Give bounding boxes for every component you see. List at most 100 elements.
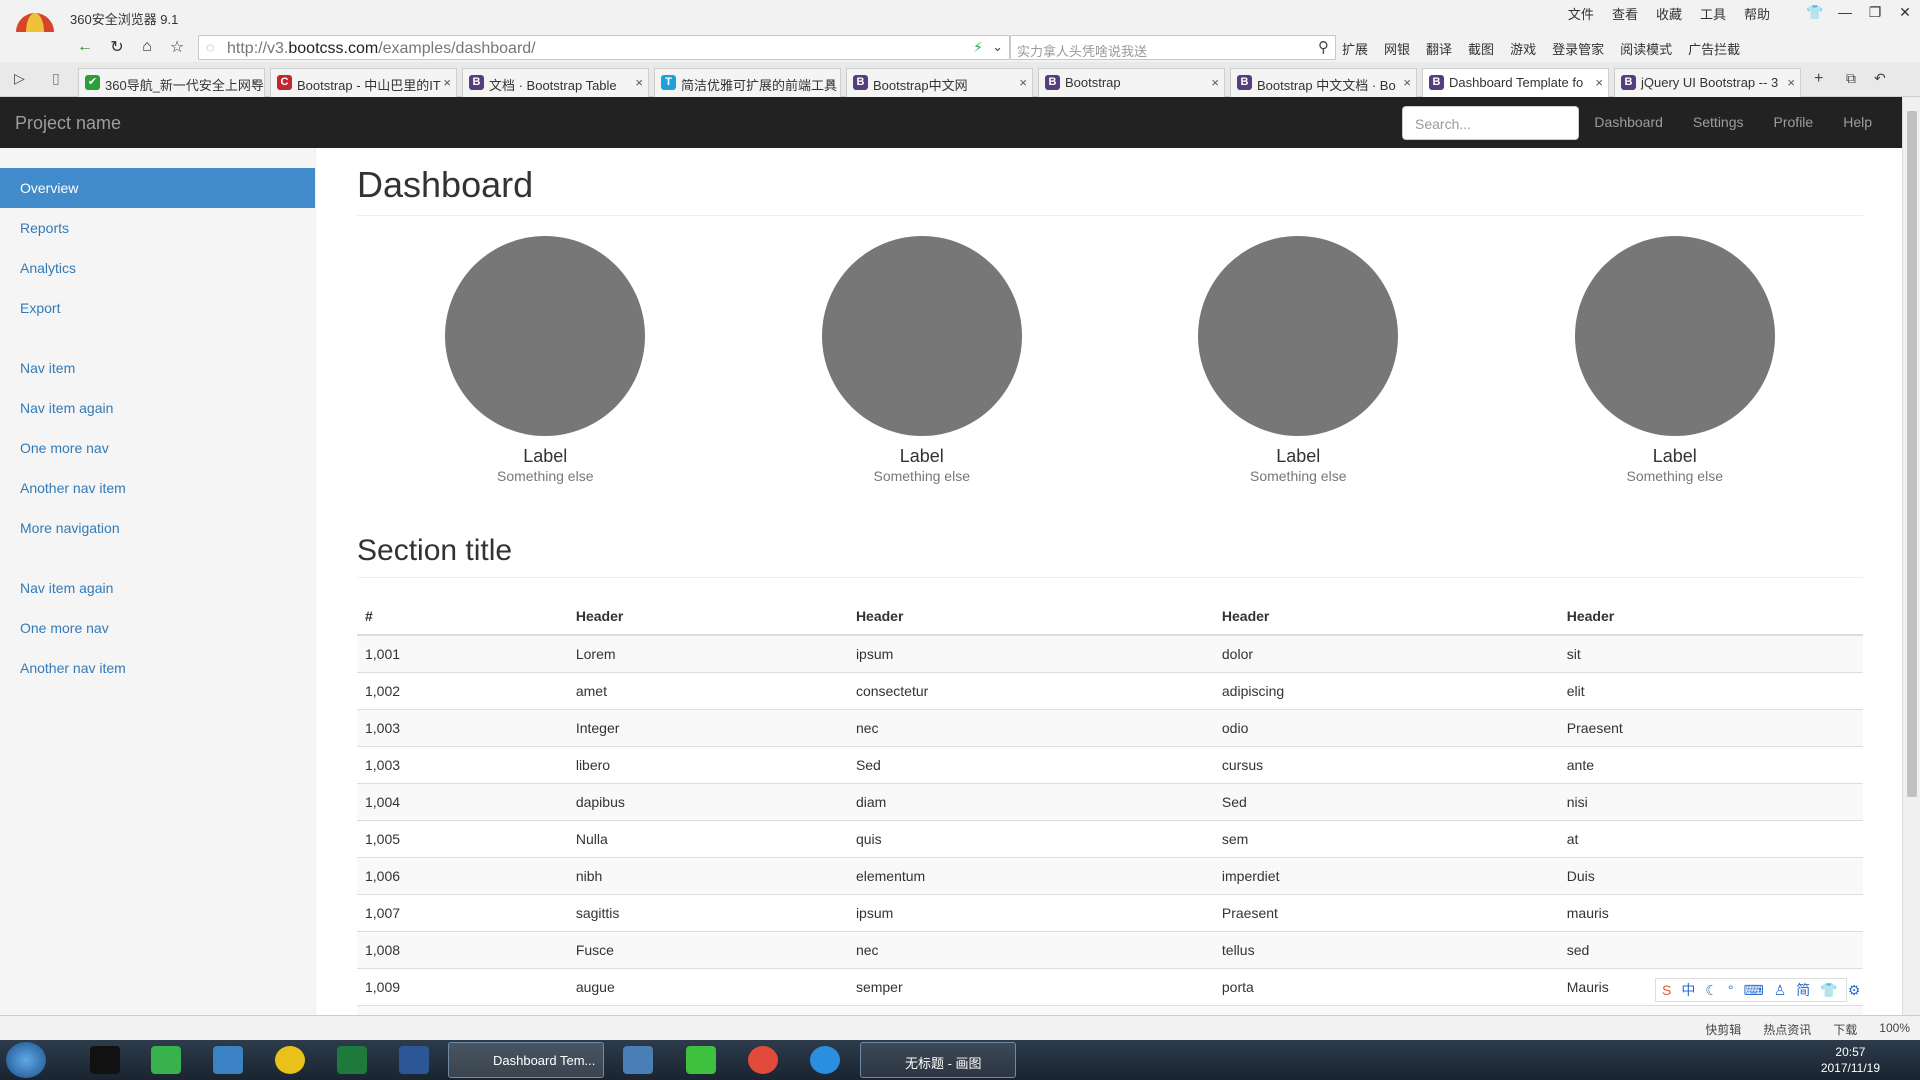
menu-favorites[interactable]: 收藏 — [1656, 4, 1682, 23]
ext-extensions[interactable]: 扩展 — [1342, 39, 1368, 58]
ime-user-icon[interactable]: ♙ — [1774, 982, 1787, 999]
sidebar-item-overview[interactable]: Overview — [0, 168, 315, 208]
sidebar-item-nav-item-again[interactable]: Nav item again — [0, 388, 315, 428]
vertical-scrollbar[interactable] — [1902, 97, 1920, 1015]
sidebar-item-one-more-nav[interactable]: One more nav — [0, 608, 315, 648]
ime-chinese-icon[interactable]: 中 — [1681, 980, 1695, 1000]
browser-tab[interactable]: ✔ 360导航_新一代安全上网导 × — [78, 68, 265, 97]
ime-skin-icon[interactable]: 👕 — [1820, 982, 1837, 999]
video-player-icon[interactable] — [151, 1046, 181, 1074]
qq-icon[interactable] — [90, 1046, 120, 1074]
taskbar-task-paint[interactable]: 无标题 - 画图 — [860, 1042, 1016, 1078]
menu-help[interactable]: 帮助 — [1744, 4, 1770, 23]
nav-link-help[interactable]: Help — [1843, 114, 1872, 130]
ext-reading-mode[interactable]: 阅读模式 — [1620, 39, 1672, 58]
tab-list-icon[interactable]: ▯ — [52, 70, 60, 87]
navbar-search-input[interactable]: Search... — [1402, 106, 1579, 140]
menu-tools[interactable]: 工具 — [1700, 4, 1726, 23]
browser-tab[interactable]: B Bootstrap × — [1038, 68, 1225, 97]
music-icon[interactable] — [275, 1046, 305, 1074]
status-hot-news[interactable]: 热点资讯 — [1763, 1021, 1811, 1038]
ext-translate[interactable]: 翻译 — [1426, 39, 1452, 58]
browser-tab[interactable]: B 文档 · Bootstrap Table × — [462, 68, 649, 97]
tab-close-icon[interactable]: × — [251, 75, 259, 90]
browser-tab[interactable]: C Bootstrap - 中山巴里的IT × — [270, 68, 457, 97]
ime-punct-icon[interactable]: ° — [1728, 982, 1734, 998]
sidebar-item-export[interactable]: Export — [0, 288, 315, 328]
start-button[interactable] — [6, 1042, 46, 1078]
word-icon[interactable] — [399, 1046, 429, 1074]
table-cell: elementum — [847, 856, 1214, 894]
sidebar-item-another-nav-item[interactable]: Another nav item — [0, 648, 315, 688]
tab-close-icon[interactable]: × — [1019, 75, 1027, 90]
messenger-icon[interactable] — [810, 1046, 840, 1074]
iqiyi-icon[interactable] — [686, 1046, 716, 1074]
sidebar-item-nav-item-again[interactable]: Nav item again — [0, 568, 315, 608]
tab-close-icon[interactable]: × — [1211, 75, 1219, 90]
ext-games[interactable]: 游戏 — [1510, 39, 1536, 58]
chrome-icon[interactable] — [748, 1046, 778, 1074]
browser-tab[interactable]: BjQuery UI Bootstrap -- 3 × — [1614, 68, 1801, 97]
status-zoom[interactable]: 100% — [1879, 1021, 1910, 1038]
network-tool-icon[interactable] — [623, 1046, 653, 1074]
mail-icon[interactable] — [213, 1046, 243, 1074]
tab-close-icon[interactable]: × — [1787, 75, 1795, 90]
bookmark-star-icon[interactable]: ☆ — [166, 36, 188, 58]
ime-settings-icon[interactable]: ⚙ — [1848, 982, 1861, 999]
browser-tab[interactable]: T 简洁优雅可扩展的前端工具 × — [654, 68, 841, 97]
sidebar-item-more-navigation[interactable]: More navigation — [0, 508, 315, 548]
tab-close-icon[interactable]: × — [1595, 75, 1603, 90]
sidebar-item-another-nav-item[interactable]: Another nav item — [0, 468, 315, 508]
minimize-button[interactable]: — — [1830, 0, 1860, 24]
menu-file[interactable]: 文件 — [1568, 4, 1594, 23]
ext-adblock[interactable]: 广告拦截 — [1688, 39, 1740, 58]
excel-icon[interactable] — [337, 1046, 367, 1074]
ime-logo-icon[interactable]: S — [1662, 982, 1671, 998]
tab-close-icon[interactable]: × — [827, 75, 835, 90]
system-clock[interactable]: 20:57 2017/11/19 — [1821, 1044, 1880, 1076]
browser-search-box[interactable]: 实力拿人头凭啥说我送 ⚲ — [1010, 35, 1336, 60]
sidebar-item-reports[interactable]: Reports — [0, 208, 315, 248]
close-window-button[interactable]: ✕ — [1890, 0, 1920, 24]
nav-link-dashboard[interactable]: Dashboard — [1594, 114, 1663, 130]
ext-login-manager[interactable]: 登录管家 — [1552, 39, 1604, 58]
speed-mode-icon[interactable]: ⚡ — [973, 39, 983, 56]
ext-screenshot[interactable]: 截图 — [1468, 39, 1494, 58]
menu-view[interactable]: 查看 — [1612, 4, 1638, 23]
url-bar[interactable]: ◌ http://v3.bootcss.com/examples/dashboa… — [198, 35, 1010, 60]
url-dropdown-icon[interactable]: ⌄ — [992, 39, 1003, 55]
home-icon[interactable]: ⌂ — [136, 36, 158, 58]
scrollbar-thumb[interactable] — [1907, 111, 1917, 797]
reload-icon[interactable]: ↻ — [106, 36, 128, 58]
undo-close-icon[interactable]: ↶ — [1874, 70, 1886, 87]
maximize-button[interactable]: ❐ — [1860, 0, 1890, 24]
ime-moon-icon[interactable]: ☾ — [1705, 982, 1718, 999]
tab-close-icon[interactable]: × — [635, 75, 643, 90]
tab-close-icon[interactable]: × — [443, 75, 451, 90]
placeholder-label: Label — [1652, 446, 1697, 466]
back-arrow-icon[interactable]: ← — [74, 36, 96, 58]
sidebar-item-analytics[interactable]: Analytics — [0, 248, 315, 288]
sidebar-item-nav-item[interactable]: Nav item — [0, 348, 315, 388]
new-tab-button[interactable]: + — [1814, 70, 1823, 88]
sidebar-item-one-more-nav[interactable]: One more nav — [0, 428, 315, 468]
brand-link[interactable]: Project name — [15, 113, 121, 134]
browser-tab[interactable]: B Bootstrap中文网 × — [846, 68, 1033, 97]
tab-close-icon[interactable]: × — [1403, 75, 1411, 90]
nav-link-settings[interactable]: Settings — [1693, 114, 1744, 130]
ime-keyboard-icon[interactable]: ⌨ — [1744, 982, 1764, 999]
status-download[interactable]: 下载 — [1833, 1021, 1857, 1038]
ime-simplified-icon[interactable]: 简 — [1796, 980, 1810, 1000]
status-quick-clip[interactable]: 快剪辑 — [1705, 1021, 1741, 1038]
browser-tab[interactable]: B Bootstrap 中文文档 · Bo × — [1230, 68, 1417, 97]
nav-link-profile[interactable]: Profile — [1774, 114, 1814, 130]
sidebar-toggle-icon[interactable]: ▷ — [14, 70, 25, 87]
search-icon[interactable]: ⚲ — [1318, 38, 1329, 56]
restore-tabs-icon[interactable]: ⧉ — [1846, 70, 1856, 87]
table-cell: adipiscing — [1213, 671, 1559, 709]
skin-icon[interactable]: 👕 — [1800, 0, 1830, 24]
taskbar-task-browser[interactable]: Dashboard Tem... — [448, 1042, 604, 1078]
browser-tab[interactable]: B Dashboard Template fo × — [1422, 68, 1609, 98]
ext-banking[interactable]: 网银 — [1384, 39, 1410, 58]
table-cell: libero — [567, 745, 848, 783]
